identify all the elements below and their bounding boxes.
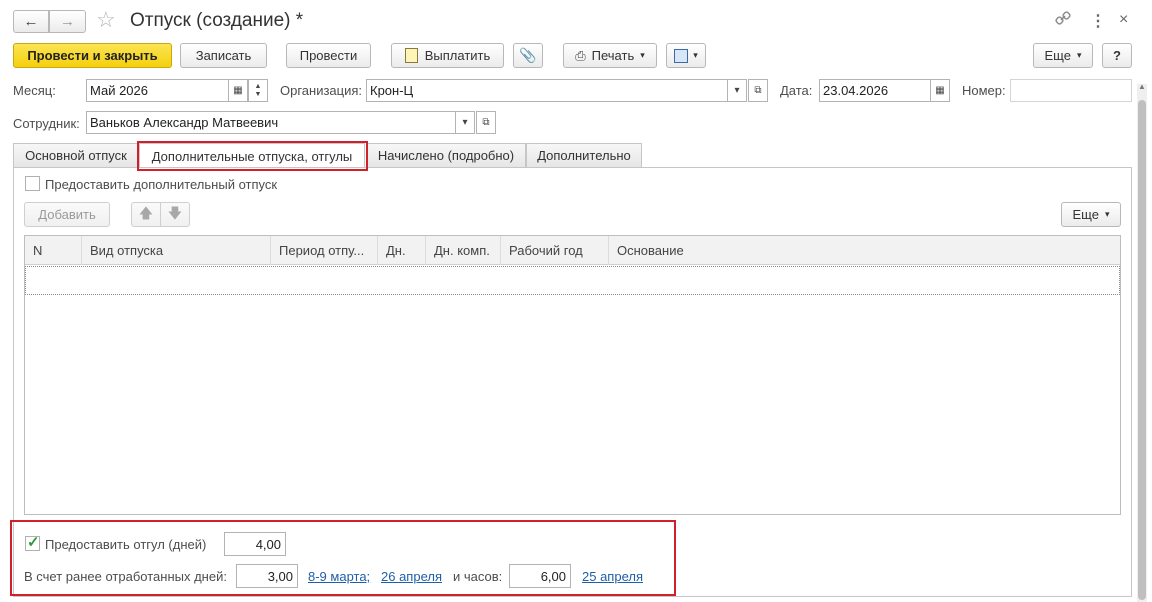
dropdown-arrow-icon: ▾ (640, 50, 645, 60)
worked-days-field[interactable]: 3,00 (236, 564, 298, 588)
dropdown-arrow-icon: ▾ (1076, 50, 1082, 60)
employee-dropdown-button[interactable]: ▾ (455, 111, 475, 134)
employee-field[interactable]: Ваньков Александр Матвеевич (86, 111, 456, 134)
number-field[interactable] (1010, 79, 1132, 102)
calendar-button[interactable]: ▦ (228, 79, 248, 102)
month-stepper[interactable]: ▲ ▼ (248, 79, 268, 102)
col-leave-type[interactable]: Вид отпуска (82, 236, 271, 265)
print-label: Печать (591, 48, 635, 63)
scrollbar[interactable]: ▲ (1137, 82, 1147, 602)
table-more-button[interactable]: Еще ▾ (1061, 202, 1121, 227)
col-n[interactable]: N (25, 236, 82, 265)
leave-table: N Вид отпуска Период отпу... Дн. Дн. ком… (24, 235, 1121, 515)
scroll-up-icon[interactable]: ▲ (1138, 82, 1146, 91)
table-more-label: Еще (1072, 207, 1099, 222)
tab-additional-leave[interactable]: Дополнительные отпуска, отгулы (139, 143, 365, 168)
printer-icon: ⎙ (575, 47, 586, 63)
provide-dayoff-field[interactable]: 4,00 (224, 532, 286, 556)
col-period[interactable]: Период отпу... (271, 236, 378, 265)
pay-label: Выплатить (424, 48, 491, 63)
related-docs-button[interactable]: ▾ (666, 43, 706, 68)
scrollbar-thumb[interactable] (1138, 100, 1146, 600)
stepper-up-icon: ▲ (254, 82, 262, 90)
calendar-icon: ▦ (233, 85, 243, 96)
chevron-down-icon: ▾ (462, 117, 468, 128)
date-field[interactable]: 23.04.2026 (819, 79, 931, 102)
month-label: Месяц: (13, 83, 56, 98)
table-header: N Вид отпуска Период отпу... Дн. Дн. ком… (25, 236, 1120, 265)
arrow-up-icon: 🡅 (138, 204, 154, 221)
close-icon[interactable]: × (1119, 11, 1128, 29)
window-title: Отпуск (создание) * (130, 10, 304, 31)
arrow-down-icon: 🡇 (167, 204, 183, 221)
arrow-right-icon: → (60, 13, 75, 30)
kebab-menu-icon[interactable]: ⋮ (1090, 11, 1106, 31)
calendar-icon: ▦ (935, 85, 945, 96)
print-button[interactable]: ⎙ Печать ▾ (563, 43, 657, 68)
add-button[interactable]: Добавить (24, 202, 110, 227)
number-label: Номер: (962, 83, 1006, 98)
move-up-button[interactable]: 🡅 (131, 202, 161, 227)
checkmark-icon: ✓ (27, 534, 40, 551)
document-icon (404, 48, 418, 63)
open-icon: ⧉ (482, 117, 490, 128)
col-basis[interactable]: Основание (609, 236, 1120, 265)
tab-accrued-detailed[interactable]: Начислено (подробно) (366, 143, 526, 167)
move-down-button[interactable]: 🡇 (160, 202, 190, 227)
pay-button[interactable]: Выплатить (391, 43, 504, 68)
worked-days-label: В счет ранее отработанных дней: (24, 569, 227, 584)
star-icon[interactable]: ☆ (96, 8, 116, 32)
back-button[interactable]: ← (13, 10, 49, 33)
provide-dayoff-checkbox[interactable]: ✓ (25, 534, 40, 551)
organization-dropdown-button[interactable]: ▾ (727, 79, 747, 102)
col-work-year[interactable]: Рабочий год (501, 236, 609, 265)
col-comp-days[interactable]: Дн. комп. (426, 236, 501, 265)
save-button[interactable]: Записать (180, 43, 267, 68)
arrow-left-icon: ← (23, 13, 39, 30)
provide-extra-label: Предоставить дополнительный отпуск (45, 177, 278, 192)
worked-days-link-april[interactable]: 26 апреля (381, 569, 442, 584)
worked-days-link-march[interactable]: 8-9 марта; (308, 569, 370, 584)
table-row[interactable] (25, 266, 1120, 295)
help-button[interactable]: ? (1102, 43, 1132, 68)
month-field[interactable]: Май 2026 (86, 79, 229, 102)
provide-extra-checkbox[interactable] (25, 176, 40, 191)
post-button[interactable]: Провести (286, 43, 371, 68)
dropdown-arrow-icon: ▾ (1104, 209, 1110, 219)
hours-field[interactable]: 6,00 (509, 564, 571, 588)
tab-additional[interactable]: Дополнительно (526, 143, 642, 167)
more-button[interactable]: Еще ▾ (1033, 43, 1093, 68)
date-label: Дата: (780, 83, 813, 98)
post-and-close-button[interactable]: Провести и закрыть (13, 43, 172, 68)
organization-field[interactable]: Крон-Ц (366, 79, 728, 102)
related-docs-icon (674, 48, 689, 63)
paperclip-icon: 📎 (519, 47, 537, 63)
attach-button[interactable]: 📎 (513, 43, 543, 68)
link-icon[interactable] (1055, 10, 1071, 31)
dropdown-arrow-icon: ▾ (693, 50, 698, 60)
employee-open-button[interactable]: ⧉ (476, 111, 496, 134)
more-label: Еще (1044, 48, 1071, 63)
forward-button[interactable]: → (49, 10, 86, 33)
open-icon: ⧉ (754, 85, 762, 96)
organization-open-button[interactable]: ⧉ (748, 79, 768, 102)
tab-main-leave[interactable]: Основной отпуск (13, 143, 139, 167)
hours-link-april[interactable]: 25 апреля (582, 569, 643, 584)
date-calendar-button[interactable]: ▦ (930, 79, 950, 102)
chevron-down-icon: ▾ (734, 85, 740, 96)
provide-dayoff-label: Предоставить отгул (дней) (45, 537, 207, 552)
stepper-down-icon: ▼ (254, 90, 262, 98)
col-days[interactable]: Дн. (378, 236, 426, 265)
hours-label: и часов: (453, 569, 503, 584)
employee-label: Сотрудник: (13, 116, 80, 131)
organization-label: Организация: (280, 83, 363, 98)
